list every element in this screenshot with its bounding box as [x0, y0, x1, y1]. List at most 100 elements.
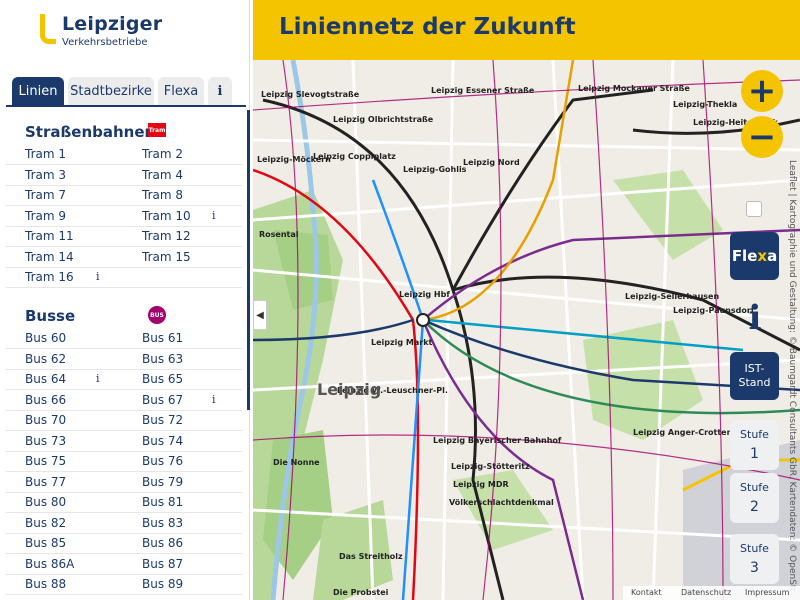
line-item[interactable]: Tram 10	[142, 209, 191, 223]
flexa-text-x: x	[757, 247, 768, 265]
line-item[interactable]: Bus 77	[25, 475, 66, 489]
line-item[interactable]: Bus 88	[25, 577, 66, 591]
logo-mark-icon	[40, 14, 56, 44]
line-row: Bus 73 Bus 74	[6, 432, 242, 452]
sidebar-scrollbar[interactable]	[247, 110, 250, 410]
line-item[interactable]: Tram 8	[142, 188, 183, 202]
logo-subtitle: Verkehrsbetriebe	[62, 37, 148, 48]
line-row: Bus 80 Bus 81	[6, 493, 242, 513]
line-info-icon[interactable]: i	[96, 372, 100, 385]
line-row: Bus 66 Bus 67 i	[6, 391, 242, 411]
collapse-sidebar-button[interactable]: ◀	[253, 300, 267, 330]
flexa-button[interactable]: Fle x a	[730, 232, 779, 280]
line-item[interactable]: Bus 73	[25, 434, 66, 448]
stufe-number: 3	[750, 560, 759, 576]
bus-section-title: Busse	[25, 307, 76, 325]
line-row: Bus 70 Bus 72	[6, 411, 242, 431]
tabs-underline	[6, 105, 246, 107]
line-item[interactable]: Bus 62	[25, 352, 66, 366]
line-row: Tram 3 Tram 4	[6, 166, 242, 186]
stufe-label: Stufe	[740, 481, 769, 494]
map-place-label: Leipzig Bayerischer Bahnhof	[433, 436, 562, 445]
line-item[interactable]: Tram 2	[142, 147, 183, 161]
line-item[interactable]: Tram 11	[25, 229, 74, 243]
tram-section-title: Straßenbahnen	[25, 123, 156, 141]
map-city-label: Leipzig	[317, 380, 382, 399]
map-place-label: Leipzig Nord	[463, 158, 520, 167]
line-item[interactable]: Bus 76	[142, 454, 183, 468]
line-item[interactable]: Bus 80	[25, 495, 66, 509]
map-place-label: Die Nonne	[273, 458, 320, 467]
map-place-label: Rosental	[259, 230, 299, 239]
line-item[interactable]: Bus 81	[142, 495, 183, 509]
flexa-text-right: a	[767, 247, 778, 265]
line-item[interactable]: Bus 87	[142, 557, 183, 571]
line-item[interactable]: Tram 3	[25, 168, 66, 182]
line-row: Bus 85 Bus 86	[6, 534, 242, 554]
line-item[interactable]: Tram 15	[142, 250, 191, 264]
line-item[interactable]: Bus 74	[142, 434, 183, 448]
line-info-icon[interactable]: i	[212, 393, 216, 406]
stufe-label: Stufe	[740, 428, 769, 441]
line-item[interactable]: Bus 86A	[25, 557, 74, 571]
stufe-number: 2	[750, 499, 759, 515]
line-row: Tram 16 i	[6, 268, 242, 288]
line-item[interactable]: Tram 4	[142, 168, 183, 182]
line-item[interactable]: Bus 82	[25, 516, 66, 530]
line-item[interactable]: Bus 67	[142, 393, 183, 407]
flexa-text-left: Fle	[731, 247, 758, 265]
map-place-label: Leipzig-Gohlis	[403, 165, 467, 174]
line-row: Tram 7 Tram 8	[6, 186, 242, 206]
line-item[interactable]: Bus 79	[142, 475, 183, 489]
line-item[interactable]: Bus 60	[25, 331, 66, 345]
zoom-out-button[interactable]: −	[741, 116, 783, 158]
line-item[interactable]: Bus 85	[25, 536, 66, 550]
line-row: Bus 86A Bus 87	[6, 555, 242, 575]
layer-toggle-icon[interactable]	[746, 201, 762, 217]
footer-link-impressum[interactable]: Impressum	[745, 588, 789, 597]
line-item[interactable]: Bus 70	[25, 413, 66, 427]
line-item[interactable]: Bus 64	[25, 372, 66, 386]
line-item[interactable]: Tram 9	[25, 209, 66, 223]
line-item[interactable]: Tram 7	[25, 188, 66, 202]
tab-flexa[interactable]: Flexa	[158, 77, 204, 105]
map-place-label: Leipzig Olbrichtstraße	[333, 115, 434, 124]
line-info-icon[interactable]: i	[96, 270, 100, 283]
line-item[interactable]: Bus 72	[142, 413, 183, 427]
zoom-in-button[interactable]: +	[741, 70, 783, 112]
line-item[interactable]: Bus 89	[142, 577, 183, 591]
lvb-logo[interactable]: Leipziger Verkehrsbetriebe	[40, 13, 240, 48]
stufe-number: 1	[750, 446, 759, 462]
tram-badge-icon: Tram	[148, 123, 166, 137]
tab-stadtbezirke[interactable]: Stadtbezirke	[68, 77, 154, 105]
stufe-3-button[interactable]: Stufe 3	[730, 534, 779, 584]
line-item[interactable]: Bus 75	[25, 454, 66, 468]
tab-linien[interactable]: Linien	[12, 77, 64, 105]
network-map[interactable]: Leipzig Slevogtstraße Leipzig Essener Str…	[253, 60, 800, 600]
line-item[interactable]: Bus 65	[142, 372, 183, 386]
info-button[interactable]: i	[740, 296, 770, 340]
stufe-1-button[interactable]: Stufe 1	[730, 420, 779, 470]
line-row: Bus 75 Bus 76	[6, 452, 242, 472]
tab-info[interactable]: i	[208, 77, 232, 105]
line-row: Bus 82 Bus 83	[6, 514, 242, 534]
line-item[interactable]: Tram 16	[25, 270, 74, 284]
stufe-2-button[interactable]: Stufe 2	[730, 473, 779, 523]
line-item[interactable]: Bus 61	[142, 331, 183, 345]
footer-link-kontakt[interactable]: Kontakt	[631, 588, 662, 597]
line-row: Bus 88 Bus 89	[6, 575, 242, 595]
ist-stand-button[interactable]: IST- Stand	[730, 352, 779, 400]
map-place-label: Völkerschlachtdenkmal	[449, 498, 554, 507]
line-info-icon[interactable]: i	[212, 209, 216, 222]
sidebar: Leipziger Verkehrsbetriebe Linien Stadtb…	[0, 0, 250, 600]
line-item[interactable]: Bus 66	[25, 393, 66, 407]
map-place-label: Die Probstei	[333, 588, 389, 597]
line-item[interactable]: Bus 63	[142, 352, 183, 366]
line-item[interactable]: Tram 14	[25, 250, 74, 264]
line-item[interactable]: Bus 83	[142, 516, 183, 530]
line-item[interactable]: Tram 1	[25, 147, 66, 161]
attribution-text[interactable]: Leaflet | Kartographie und Gestaltung: ©…	[787, 160, 797, 592]
line-item[interactable]: Bus 86	[142, 536, 183, 550]
footer-link-datenschutz[interactable]: Datenschutz	[681, 588, 731, 597]
line-item[interactable]: Tram 12	[142, 229, 191, 243]
